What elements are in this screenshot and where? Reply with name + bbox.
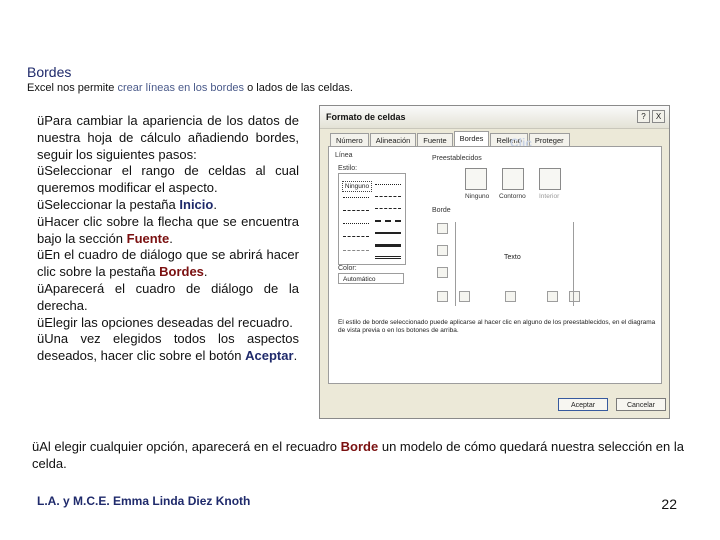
step-text: Seleccionar el rango de celdas al cual q… bbox=[37, 163, 299, 196]
page-number: 22 bbox=[661, 496, 677, 512]
help-button[interactable]: ? bbox=[637, 110, 650, 123]
preset-none-label: Ninguno bbox=[465, 193, 490, 200]
note-keyword: Borde bbox=[340, 439, 379, 454]
subtitle-text-end: o lados de las celdas. bbox=[244, 82, 353, 94]
tab-alineacion[interactable]: Alineación bbox=[369, 133, 417, 147]
dialog-title: Formato de celdas bbox=[320, 106, 669, 129]
tab-proteger[interactable]: Proteger bbox=[528, 133, 570, 147]
note-text: Al elegir cualquier opción, aparecerá en… bbox=[39, 439, 341, 454]
step-item: üAparecerá el cuadro de diálogo de la de… bbox=[37, 281, 299, 315]
presets-label: Preestablecidos bbox=[432, 155, 482, 162]
line-style-option[interactable] bbox=[343, 236, 369, 237]
tab-bordes[interactable]: Bordes bbox=[453, 131, 490, 147]
border-bottom-button[interactable] bbox=[437, 267, 448, 278]
steps-list: üPara cambiar la apariencia de los datos… bbox=[37, 113, 299, 365]
preset-none-button[interactable] bbox=[465, 168, 487, 190]
line-style-option[interactable] bbox=[343, 223, 369, 224]
line-style-option[interactable] bbox=[343, 210, 369, 211]
preset-inside-button[interactable] bbox=[539, 168, 561, 190]
line-style-option[interactable] bbox=[343, 250, 369, 251]
step-text: Elegir las opciones deseadas del recuadr… bbox=[44, 314, 293, 330]
slide-title: Bordes bbox=[27, 64, 72, 80]
step-item: üEn el cuadro de diálogo que se abrirá h… bbox=[37, 247, 299, 281]
line-style-option[interactable] bbox=[375, 196, 401, 197]
step-text: Para cambiar la apariencia de los datos … bbox=[37, 113, 299, 162]
step-item: üSeleccionar la pestaña Inicio. bbox=[37, 197, 299, 214]
ok-button[interactable]: Aceptar bbox=[558, 398, 608, 411]
border-preview[interactable]: Texto bbox=[455, 222, 574, 306]
step-text: . bbox=[293, 348, 298, 364]
line-style-option[interactable] bbox=[343, 197, 369, 198]
preset-inside-label: Interior bbox=[539, 193, 560, 200]
step-text: Aparecerá el cuadro de diálogo de la der… bbox=[37, 280, 299, 313]
style-none-option[interactable]: Ninguno bbox=[342, 181, 372, 192]
color-select[interactable]: Automático bbox=[338, 273, 404, 284]
preset-outline-label: Contorno bbox=[499, 193, 526, 200]
line-style-option[interactable] bbox=[375, 232, 401, 234]
border-label: Borde bbox=[432, 207, 451, 214]
step-item: üUna vez elegidos todos los aspectos des… bbox=[37, 331, 299, 365]
borders-panel: Línea Estilo: Ninguno Color: Automático … bbox=[328, 146, 662, 384]
format-cells-dialog: Formato de celdas ? X Número Alineación … bbox=[319, 105, 670, 419]
line-style-option[interactable] bbox=[375, 220, 401, 222]
line-style-option[interactable] bbox=[375, 208, 401, 209]
preset-outline-button[interactable] bbox=[502, 168, 524, 190]
step-text: . bbox=[169, 230, 173, 246]
dialog-tabs: Número Alineación Fuente Bordes Relleno … bbox=[330, 131, 571, 147]
cancel-button[interactable]: Cancelar bbox=[616, 398, 666, 411]
subtitle-highlight: crear líneas en los bordes bbox=[117, 82, 245, 94]
step-text: . bbox=[213, 196, 217, 212]
line-style-option[interactable] bbox=[375, 256, 401, 259]
preview-text: Texto bbox=[504, 254, 521, 261]
line-style-option[interactable] bbox=[375, 184, 401, 185]
color-label: Color: bbox=[338, 265, 357, 272]
step-item: üPara cambiar la apariencia de los datos… bbox=[37, 113, 299, 163]
line-style-list[interactable]: Ninguno bbox=[338, 173, 406, 265]
tab-fuente[interactable]: Fuente bbox=[417, 133, 453, 147]
step-text: . bbox=[203, 264, 208, 280]
close-button[interactable]: X bbox=[652, 110, 665, 123]
border-top-button[interactable] bbox=[437, 223, 448, 234]
dialog-title-buttons: ? X bbox=[637, 110, 665, 123]
border-diagonal-up-button[interactable] bbox=[437, 291, 448, 302]
step-item: üSeleccionar el rango de celdas al cual … bbox=[37, 163, 299, 197]
line-style-option[interactable] bbox=[375, 244, 401, 247]
tab-numero[interactable]: Número bbox=[330, 133, 369, 147]
line-group-label: Línea bbox=[335, 152, 353, 159]
border-middle-button[interactable] bbox=[437, 245, 448, 256]
step-keyword: Inicio bbox=[179, 196, 214, 212]
step-item: üHacer clic sobre la flecha que se encue… bbox=[37, 214, 299, 248]
info-text: El estilo de borde seleccionado puede ap… bbox=[338, 319, 656, 334]
step-keyword: Fuente bbox=[126, 230, 170, 246]
subtitle-text: Excel nos permite bbox=[27, 82, 118, 94]
step-keyword: Aceptar bbox=[245, 348, 294, 364]
footer-author: L.A. y M.C.E. Emma Linda Diez Knoth bbox=[37, 494, 251, 508]
style-label: Estilo: bbox=[338, 165, 358, 172]
step-text: Seleccionar la pestaña bbox=[44, 196, 180, 212]
step-keyword: Bordes bbox=[159, 264, 204, 280]
step-item: üElegir las opciones deseadas del recuad… bbox=[37, 315, 299, 332]
slide-subtitle: Excel nos permite crear líneas en los bo… bbox=[27, 82, 353, 94]
bottom-note: üAl elegir cualquier opción, aparecerá e… bbox=[32, 438, 684, 472]
